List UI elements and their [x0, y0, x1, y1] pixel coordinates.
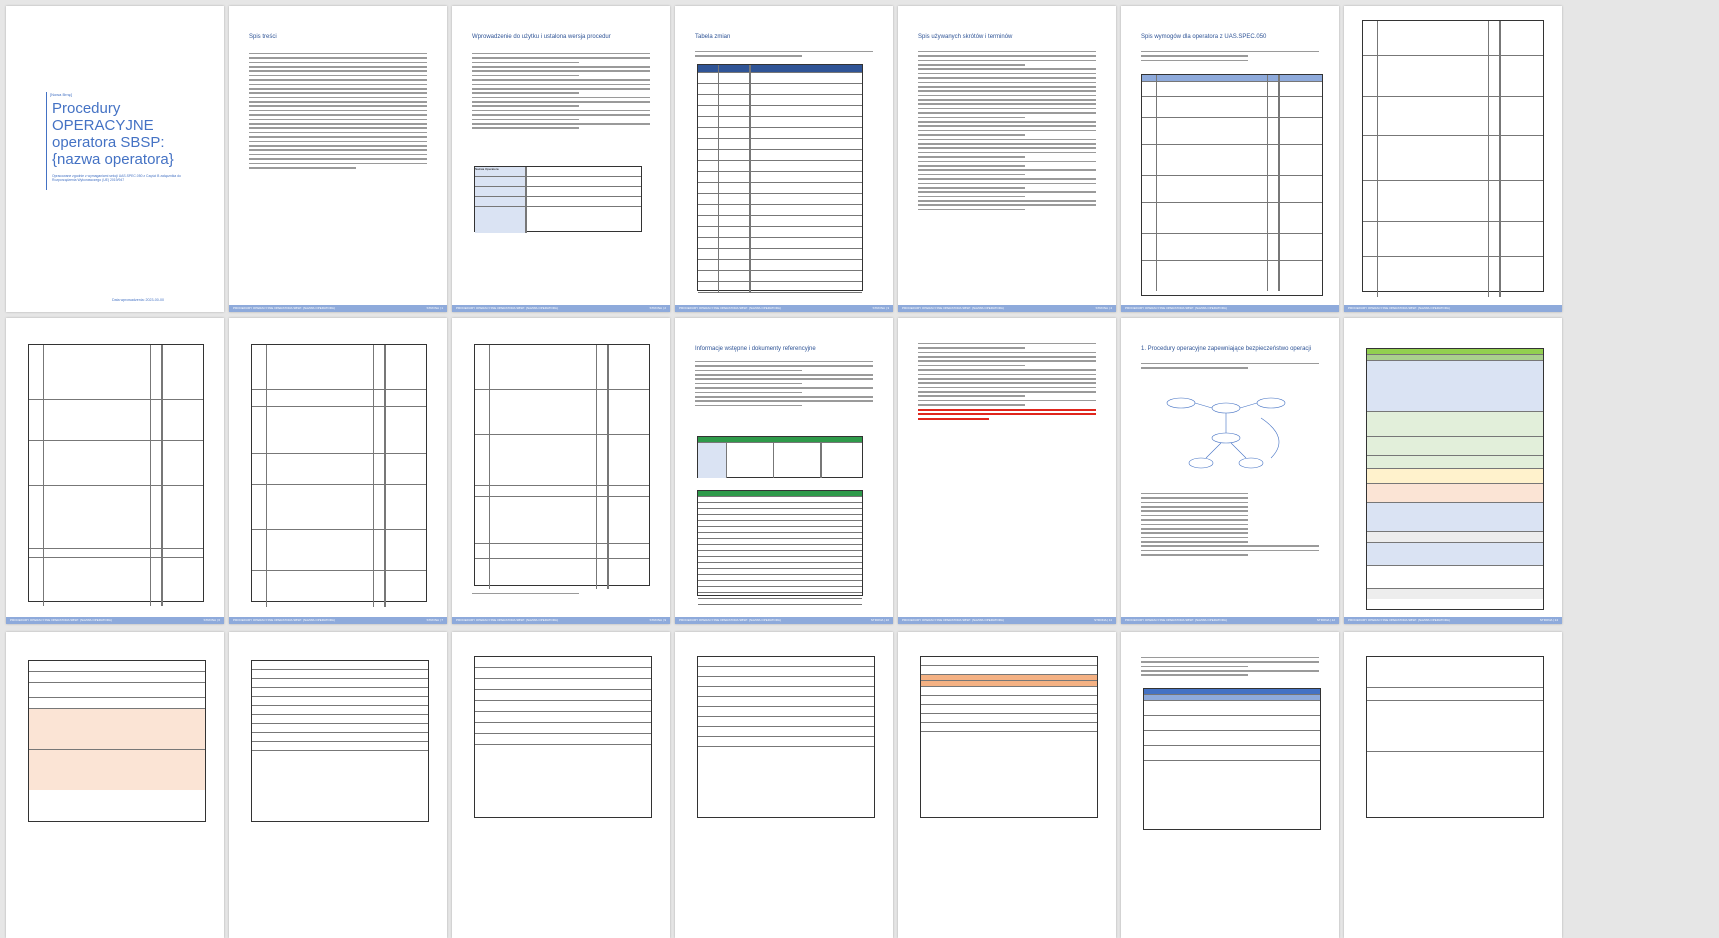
procedures-table: [1366, 348, 1544, 610]
page-footer: PROCEDURY OPERACYJNE OPERATORA SBSP: {NA…: [675, 617, 893, 624]
page-footer: PROCEDURY OPERACYJNE OPERATORA SBSP: {NA…: [1344, 617, 1562, 624]
requirements-table-continued: [1362, 20, 1544, 297]
procedures-table-continued: [920, 656, 1098, 818]
document-page[interactable]: PROCEDURY OPERACYJNE OPERATORA SBSP: {NA…: [898, 318, 1116, 624]
procedures-table-continued: [474, 656, 652, 818]
document-page[interactable]: Spis używanych skrótów i terminów PROCED…: [898, 6, 1116, 312]
document-page[interactable]: PROCEDURY OPERACYJNE OPERATORA SBSP: {NA…: [6, 318, 224, 624]
page-footer: PROCEDURY OPERACYJNE OPERATORA SBSP: {NA…: [675, 305, 893, 312]
document-page[interactable]: Informacje wstępne i dokumenty referency…: [675, 318, 893, 624]
cover-accent-bar: [46, 92, 47, 190]
documents-table: [697, 490, 863, 605]
requirements-table: [1141, 74, 1323, 296]
page-footer: PROCEDURY OPERACYJNE OPERATORA SBSP: {NA…: [898, 617, 1116, 624]
cover-title: Procedury OPERACYJNE operatora SBSP: {na…: [52, 100, 174, 168]
changes-table: [697, 64, 863, 293]
page-footer: PROCEDURY OPERACYJNE OPERATORA SBSP: {NA…: [898, 305, 1116, 312]
page-heading: Spis wymogów dla operatora z UAS.SPEC.05…: [1141, 34, 1267, 40]
document-page[interactable]: Wprowadzenie do użytku i ustalona wersja…: [452, 6, 670, 312]
page-footer: PROCEDURY OPERACYJNE OPERATORA SBSP: {NA…: [6, 617, 224, 624]
document-page-cover[interactable]: [Nowa Brnę] Procedury OPERACYJNE operato…: [6, 6, 224, 312]
procedures-table-continued: [28, 660, 206, 822]
cover-date: Data wprowadzenia: 2023-00-00: [112, 298, 164, 302]
page-footer: PROCEDURY OPERACYJNE OPERATORA SBSP: {NA…: [1121, 617, 1339, 624]
document-page[interactable]: Spis wymogów dla operatora z UAS.SPEC.05…: [1121, 6, 1339, 312]
page-heading: Spis używanych skrótów i terminów: [918, 34, 1013, 40]
reference-table: [697, 436, 863, 478]
page-footer: PROCEDURY OPERACYJNE OPERATORA SBSP: {NA…: [452, 305, 670, 312]
document-page[interactable]: [6, 632, 224, 938]
procedures-table-continued: [1143, 688, 1321, 830]
approval-table: Nazwa Operatora: [474, 166, 642, 233]
cover-tag: [Nowa Brnę]: [50, 92, 73, 97]
document-page[interactable]: Spis treści PROCEDURY OPERACYJNE OPERATO…: [229, 6, 447, 312]
page-footer: PROCEDURY OPERACYJNE OPERATORA SBSP: {NA…: [452, 617, 670, 624]
document-page[interactable]: PROCEDURY OPERACYJNE OPERATORA SBSP: {NA…: [229, 318, 447, 624]
page-footer: PROCEDURY OPERACYJNE OPERATORA SBSP: {NA…: [229, 617, 447, 624]
page-footer: PROCEDURY OPERACYJNE OPERATORA SBSP: {NA…: [1121, 305, 1339, 312]
document-page[interactable]: [675, 632, 893, 938]
cover-subtitle: Opracowane zgodnie z wymaganiami sekcji …: [52, 174, 181, 182]
page-footer: PROCEDURY OPERACYJNE OPERATORA SBSP: {NA…: [1344, 305, 1562, 312]
procedures-table-continued: [251, 660, 429, 822]
page-heading: Informacje wstępne i dokumenty referency…: [695, 346, 816, 352]
document-page[interactable]: PROCEDURY OPERACYJNE OPERATORA SBSP: {NA…: [1344, 318, 1562, 624]
document-page[interactable]: PROCEDURY OPERACYJNE OPERATORA SBSP: {NA…: [1344, 6, 1562, 312]
procedure-mindmap-diagram: [1166, 397, 1286, 469]
document-page[interactable]: [229, 632, 447, 938]
page-footer: PROCEDURY OPERACYJNE OPERATORA SBSP: {NA…: [229, 305, 447, 312]
requirements-table-continued: [251, 344, 427, 607]
page-heading: 1. Procedury operacyjne zapewniające bez…: [1141, 346, 1312, 352]
procedures-table-continued: [1366, 656, 1544, 818]
requirements-table-continued: [28, 344, 204, 606]
requirements-table-continued: [474, 344, 650, 589]
document-page[interactable]: [452, 632, 670, 938]
page-heading: Wprowadzenie do użytku i ustalona wersja…: [472, 34, 611, 40]
document-page[interactable]: [1344, 632, 1562, 938]
page-heading: Tabela zmian: [695, 34, 731, 40]
document-page[interactable]: PROCEDURY OPERACYJNE OPERATORA SBSP: {NA…: [452, 318, 670, 624]
document-page[interactable]: [898, 632, 1116, 938]
document-page[interactable]: Tabela zmian PROCEDURY OPERACYJNE OPERAT…: [675, 6, 893, 312]
document-page[interactable]: [1121, 632, 1339, 938]
document-page[interactable]: 1. Procedury operacyjne zapewniające bez…: [1121, 318, 1339, 624]
page-heading: Spis treści: [249, 34, 277, 40]
procedures-table-continued: [697, 656, 875, 818]
